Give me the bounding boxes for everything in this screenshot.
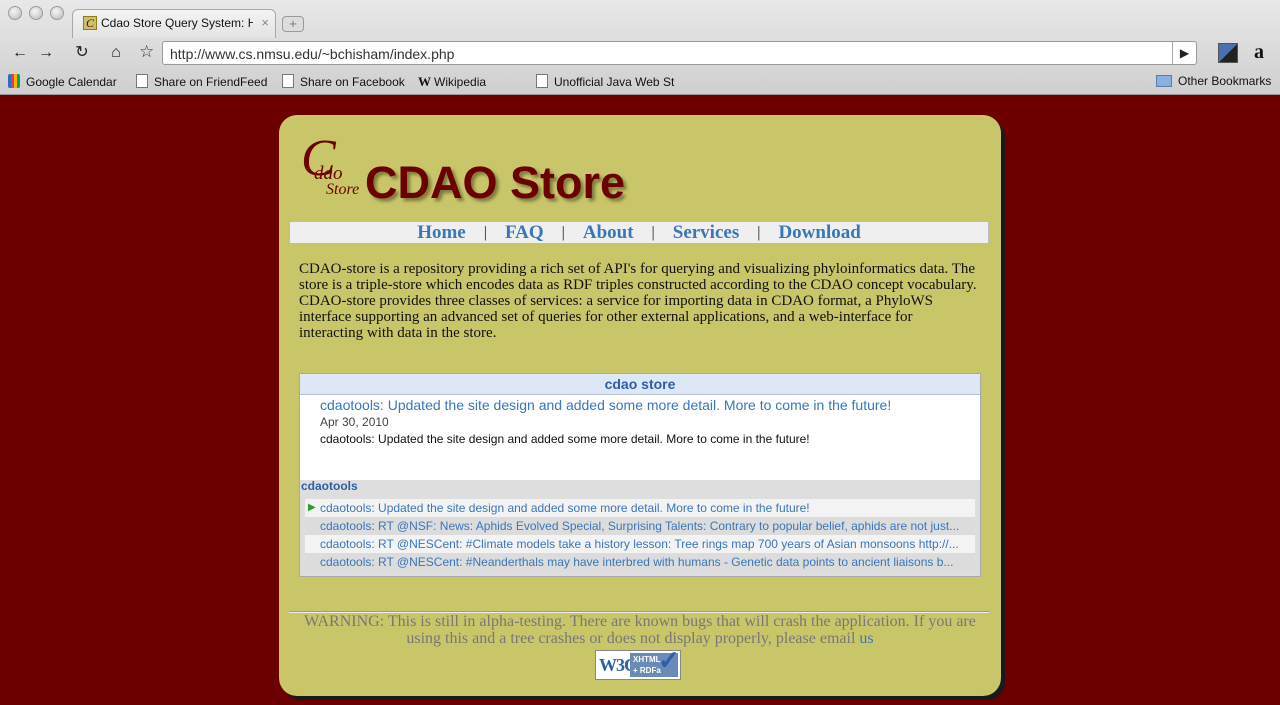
nav-download[interactable]: Download	[778, 222, 860, 244]
new-tab-button[interactable]: +	[282, 16, 304, 32]
nav-home[interactable]: Home	[417, 222, 466, 244]
feed-entry-title-link[interactable]: cdaotools: Updated the site design and a…	[320, 397, 891, 413]
bookmark-wikipedia[interactable]: W Wikipedia	[418, 74, 486, 90]
warning-notice: WARNING: This is still in alpha-testing.…	[304, 613, 976, 647]
nav-services[interactable]: Services	[673, 222, 739, 244]
content-panel: C dao Store CDAO Store Home | FAQ | Abou…	[279, 115, 1001, 696]
back-arrow-icon[interactable]: ←	[8, 41, 32, 65]
play-arrow-icon: ▶	[308, 502, 316, 513]
nav-separator: |	[561, 223, 565, 241]
feed-entry-text: cdaotools: Updated the site design and a…	[320, 432, 810, 446]
bookmark-friendfeed[interactable]: Share on FriendFeed	[136, 74, 267, 89]
address-bar[interactable]: http://www.cs.nmsu.edu/~bchisham/index.p…	[162, 41, 1197, 65]
checkmark-icon: ✓	[658, 645, 680, 675]
close-window-button[interactable]	[8, 6, 22, 20]
page-icon	[536, 74, 548, 88]
bookmarks-bar: Google Calendar Share on FriendFeed Shar…	[0, 70, 1280, 159]
page-icon	[136, 74, 148, 88]
browser-toolbar: ← → ↻ ⌂ ☆ http://www.cs.nmsu.edu/~bchish…	[0, 38, 1280, 68]
feed-entry: cdaotools: Updated the site design and a…	[300, 395, 980, 480]
amazon-icon[interactable]: a	[1248, 41, 1270, 63]
intro-paragraph: CDAO-store is a repository providing a r…	[299, 261, 977, 341]
email-us-link[interactable]: us	[859, 630, 873, 647]
browser-tab[interactable]: C Cdao Store Query System: Home ×	[72, 9, 276, 38]
page-icon	[282, 74, 294, 88]
extension-icon[interactable]	[1218, 43, 1238, 63]
main-nav: Home | FAQ | About | Services | Download	[289, 221, 989, 244]
w3c-validator-badge[interactable]: W3C XHTML + RDFa ✓	[595, 645, 681, 680]
feed-header: cdao store	[300, 374, 980, 395]
nav-about[interactable]: About	[583, 222, 634, 244]
google-icon	[8, 74, 20, 88]
nav-separator: |	[757, 223, 761, 241]
feed-entry-date: Apr 30, 2010	[320, 415, 389, 429]
feed-list: ▶ cdaotools: Updated the site design and …	[305, 499, 975, 571]
feed-source-link[interactable]: cdaotools	[301, 479, 358, 493]
feed-list-item[interactable]: cdaotools: RT @NESCent: #Climate models …	[305, 535, 975, 553]
feed-list-item[interactable]: ▶ cdaotools: Updated the site design and …	[305, 499, 975, 517]
nav-separator: |	[651, 223, 655, 241]
cdao-favicon-icon: C	[83, 16, 97, 30]
tab-title: Cdao Store Query System: Home	[101, 16, 253, 30]
feed-list-item[interactable]: cdaotools: RT @NESCent: #Neanderthals ma…	[305, 553, 975, 571]
bookmark-facebook[interactable]: Share on Facebook	[282, 74, 405, 89]
bookmark-star-icon[interactable]: ☆	[139, 42, 154, 62]
folder-icon	[1156, 75, 1172, 87]
twitter-feed-widget: cdao store cdaotools: Updated the site d…	[299, 373, 981, 577]
zoom-window-button[interactable]	[50, 6, 64, 20]
wikipedia-icon: W	[418, 74, 435, 89]
logo-store: Store	[326, 181, 360, 198]
nav-separator: |	[483, 223, 487, 241]
other-bookmarks[interactable]: Other Bookmarks	[1156, 74, 1271, 88]
bookmark-java-web-start[interactable]: Unofficial Java Web St	[536, 74, 674, 89]
forward-arrow-icon[interactable]: →	[34, 41, 58, 65]
feed-list-item[interactable]: cdaotools: RT @NSF: News: Aphids Evolved…	[305, 517, 975, 535]
site-title: CDAO Store	[365, 157, 626, 208]
home-icon[interactable]: ⌂	[104, 41, 128, 65]
close-tab-icon[interactable]: ×	[261, 15, 269, 30]
nav-faq[interactable]: FAQ	[505, 222, 544, 244]
browser-chrome: C Cdao Store Query System: Home × + ← → …	[0, 0, 1280, 159]
go-arrow-icon[interactable]: ▶	[1172, 42, 1196, 64]
url-text[interactable]: http://www.cs.nmsu.edu/~bchisham/index.p…	[170, 46, 454, 62]
reload-icon[interactable]: ↻	[70, 41, 94, 65]
bookmark-google-calendar[interactable]: Google Calendar	[8, 74, 117, 89]
minimize-window-button[interactable]	[29, 6, 43, 20]
title-bar: C Cdao Store Query System: Home × +	[0, 0, 1280, 38]
